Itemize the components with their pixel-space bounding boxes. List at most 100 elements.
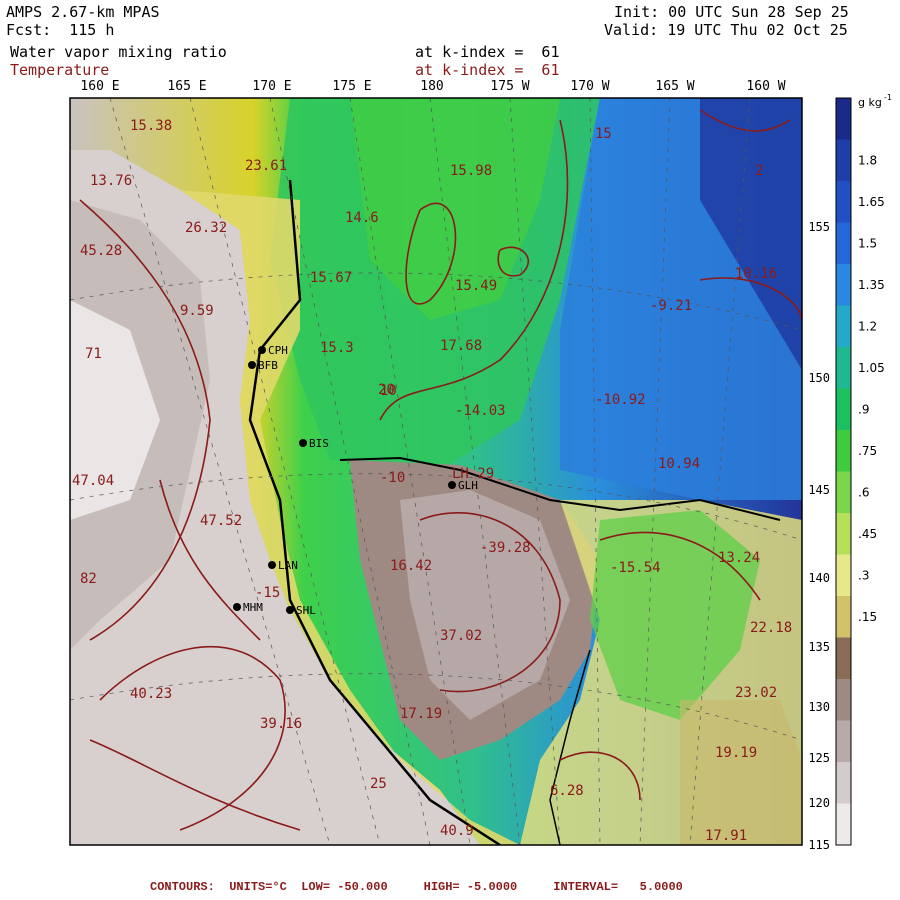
contour-label: 47.52 xyxy=(200,513,242,529)
contour-label: 40.23 xyxy=(130,686,172,702)
station-marker xyxy=(248,361,256,369)
lon-label: 160 W xyxy=(746,79,785,94)
station-label: CPH xyxy=(268,344,288,357)
colorbar-label: .3 xyxy=(858,568,869,582)
station-marker xyxy=(268,561,276,569)
colorbar-label: .75 xyxy=(858,444,877,458)
lat-label: 150 xyxy=(808,371,830,385)
contour-label: 15.38 xyxy=(130,118,172,134)
station-label: SHL xyxy=(296,604,316,617)
colorbar-unit: g kg xyxy=(858,96,882,109)
colorbar-label: .6 xyxy=(858,485,869,499)
lon-label: 165 E xyxy=(167,79,206,94)
contour-label: -14.03 xyxy=(455,403,506,419)
map-fill: 15.38 13.76 23.61 26.32 45.28 9.59 14.6 15.98 15… xyxy=(70,98,802,845)
contour-label: 25 xyxy=(370,776,387,792)
contour-label: 17.91 xyxy=(705,828,747,844)
lat-label: 135 xyxy=(808,640,830,654)
lon-label: 175 W xyxy=(490,79,529,94)
colorbar-swatch xyxy=(836,388,851,431)
contour-label: 15.98 xyxy=(450,163,492,179)
colorbar-swatch xyxy=(836,596,851,638)
contour-label: 15.67 xyxy=(310,270,352,286)
contour-label: -9.21 xyxy=(650,298,692,314)
colorbar-swatch xyxy=(836,264,851,306)
station-label: GLH xyxy=(458,479,478,492)
contour-label: -10.92 xyxy=(595,392,646,408)
contour-info: CONTOURS: UNITS=°C LOW= -50.000 HIGH= -5… xyxy=(150,880,683,894)
lat-label: 120 xyxy=(808,796,830,810)
station-marker xyxy=(258,346,266,354)
station-marker xyxy=(233,603,241,611)
lon-label: 165 W xyxy=(655,79,694,94)
station-label: LAN xyxy=(278,559,298,572)
contour-label: 37.02 xyxy=(440,628,482,644)
contour-label: 13.76 xyxy=(90,173,132,189)
contour-label: -39.28 xyxy=(480,540,531,556)
lon-label: 170 W xyxy=(570,79,609,94)
contour-label: -15 xyxy=(255,585,280,601)
colorbar-label: 1.35 xyxy=(858,278,885,292)
lon-label: 160 E xyxy=(80,79,119,94)
contour-label: 14.6 xyxy=(345,210,379,226)
colorbar-swatch xyxy=(836,762,851,804)
contour-label: 2 xyxy=(755,163,763,179)
contour-label: 15 xyxy=(595,126,612,142)
station-marker xyxy=(286,606,294,614)
colorbar-swatch xyxy=(836,679,851,721)
contour-label: 13.24 xyxy=(718,550,760,566)
contour-label: 23.61 xyxy=(245,158,287,174)
colorbar-swatch xyxy=(836,720,851,763)
colorbar-unit-exponent: -1 xyxy=(884,93,892,102)
forecast-map: 15.38 13.76 23.61 26.32 45.28 9.59 14.6 15.98 15… xyxy=(69,79,892,852)
land-east-shade xyxy=(680,700,802,845)
lat-label: 130 xyxy=(808,700,830,714)
contour-label: 15.49 xyxy=(455,278,497,294)
colorbar-swatch xyxy=(836,554,851,597)
contour-label: 17.68 xyxy=(440,338,482,354)
colorbar-swatch xyxy=(836,139,851,182)
colorbar-swatch xyxy=(836,222,851,265)
colorbar-swatch xyxy=(836,347,851,389)
latitude-axis: 155 150 145 140 135 130 125 120 115 xyxy=(808,220,830,852)
contour-label: 17.19 xyxy=(400,706,442,722)
colorbar-swatch xyxy=(836,513,851,555)
contour-label: 10.94 xyxy=(658,456,700,472)
contour-label: 19.19 xyxy=(715,745,757,761)
station-label: BFB xyxy=(258,359,278,372)
lat-label: 155 xyxy=(808,220,830,234)
lon-label: 170 E xyxy=(252,79,291,94)
colorbar-label: 1.65 xyxy=(858,195,885,209)
contour-label: 16.42 xyxy=(390,558,432,574)
lon-label: 175 E xyxy=(332,79,371,94)
lat-label: 145 xyxy=(808,483,830,497)
lat-label: 115 xyxy=(808,838,830,852)
contour-label: 39.16 xyxy=(260,716,302,732)
station-marker xyxy=(448,481,456,489)
colorbar-label: 1.5 xyxy=(858,236,877,250)
lon-label: 180 xyxy=(420,79,443,94)
colorbar-label: .15 xyxy=(858,610,877,624)
contour-label: 26.32 xyxy=(185,220,227,236)
lat-label: 125 xyxy=(808,751,830,765)
contour-label: 23.02 xyxy=(735,685,777,701)
colorbar-swatch xyxy=(836,471,851,514)
contour-label: -10 xyxy=(380,470,405,486)
colorbar-label: 1.8 xyxy=(858,153,877,167)
station-marker xyxy=(299,439,307,447)
longitude-axis: 160 E 165 E 170 E 175 E 180 175 W 170 W 165 W 16… xyxy=(80,79,785,94)
contour-label: 22.18 xyxy=(750,620,792,636)
colorbar-label: 1.2 xyxy=(858,319,877,333)
colorbar: g kg -1 1.8 1.65 1.5 1.35 1.2 1.05 .9 .75 .6 .45 .3.… xyxy=(835,93,892,846)
contour-label: 71 xyxy=(85,346,102,362)
contour-label: 45.28 xyxy=(80,243,122,259)
colorbar-swatch xyxy=(836,430,851,472)
contour-label: -15.54 xyxy=(610,560,661,576)
colorbar-swatch xyxy=(836,803,851,846)
colorbar-swatch xyxy=(836,305,851,348)
contour-label: 15.3 xyxy=(320,340,354,356)
colorbar-swatch xyxy=(836,98,851,140)
station-label: MHM xyxy=(243,601,263,614)
lat-label: 140 xyxy=(808,571,830,585)
colorbar-label: 1.05 xyxy=(858,361,885,375)
